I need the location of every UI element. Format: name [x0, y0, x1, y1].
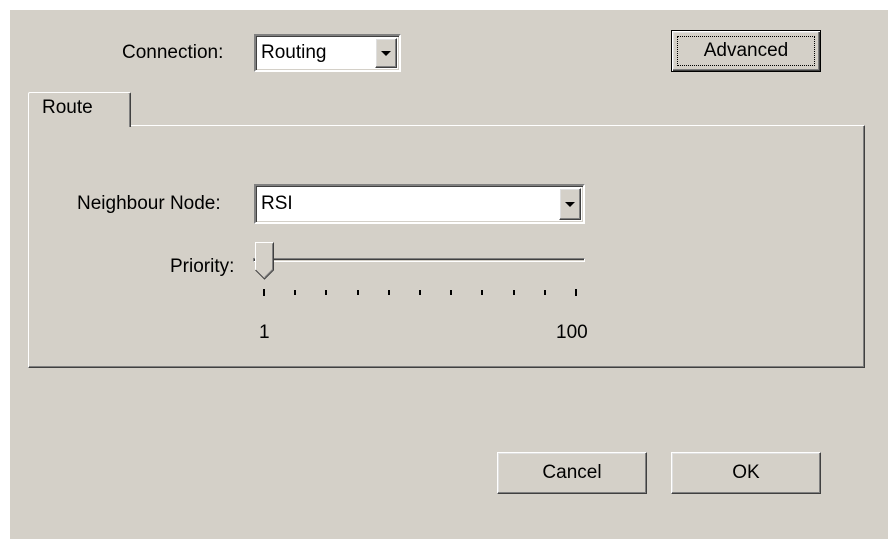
connection-dropdown-button[interactable]: [375, 38, 397, 68]
connection-select-value: Routing: [261, 42, 327, 63]
connection-label: Connection:: [122, 42, 224, 63]
chevron-down-icon: [565, 202, 575, 207]
cancel-button[interactable]: Cancel: [497, 452, 647, 494]
slider-tick: [419, 290, 421, 295]
slider-tick: [294, 290, 297, 295]
slider-tick: [450, 290, 453, 295]
connection-select[interactable]: Routing: [254, 34, 401, 72]
neighbour-node-label: Neighbour Node:: [77, 193, 221, 214]
priority-min-label: 1: [259, 322, 270, 343]
neighbour-node-dropdown-button[interactable]: [559, 188, 581, 220]
slider-tick: [575, 289, 577, 296]
slider-tick: [325, 290, 328, 295]
priority-slider-thumb[interactable]: [255, 242, 274, 280]
tab-panel-route: [28, 125, 865, 368]
neighbour-node-select-value: RSI: [261, 193, 293, 214]
ok-button-label: OK: [732, 462, 760, 483]
cancel-button-label: Cancel: [542, 462, 602, 483]
chevron-down-icon: [381, 51, 391, 56]
slider-tick: [263, 289, 265, 296]
tab-route-label: Route: [42, 97, 93, 118]
ok-button[interactable]: OK: [671, 452, 821, 494]
neighbour-node-select[interactable]: RSI: [254, 184, 585, 224]
priority-max-label: 100: [556, 322, 588, 343]
tab-route[interactable]: Route: [28, 92, 131, 127]
slider-tick: [387, 290, 390, 295]
advanced-button-label: Advanced: [703, 40, 789, 61]
slider-tick: [481, 290, 484, 295]
slider-tick: [512, 290, 515, 295]
priority-label: Priority:: [170, 256, 235, 277]
slider-tick: [543, 290, 546, 295]
slider-tick: [356, 290, 359, 295]
advanced-button[interactable]: Advanced: [671, 30, 821, 72]
priority-slider-track[interactable]: [253, 258, 585, 262]
